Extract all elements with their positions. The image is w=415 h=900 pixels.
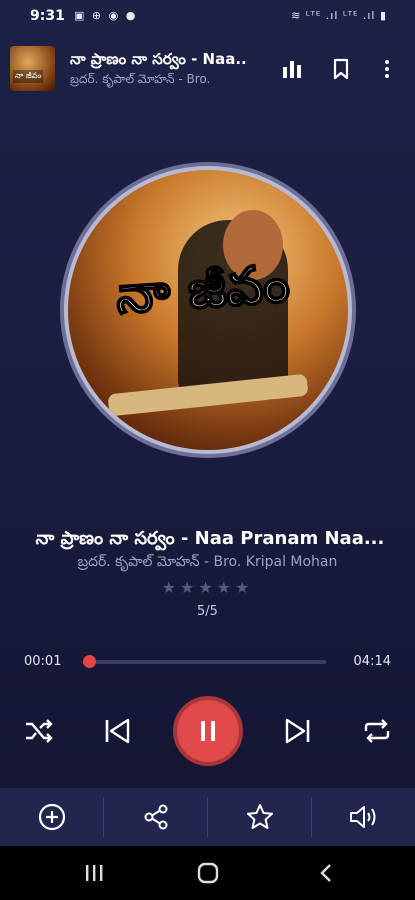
song-title: నా ప్రాణం నా సర్వం - Naa Pranam Naa... [35, 528, 385, 549]
now-playing-header: నా జీవం నా ప్రాణం నా సర్వం - Naa.. బ్రదర… [0, 40, 415, 96]
album-thumbnail[interactable]: నా జీవం [10, 46, 55, 91]
volume-icon [349, 806, 375, 828]
shuffle-icon [26, 719, 53, 743]
home-button[interactable] [188, 858, 228, 888]
bottom-action-bar [0, 788, 415, 846]
track-position: 5/5 [197, 604, 218, 619]
header-song-title: నా ప్రాణం నా సర్వం - Naa.. [70, 50, 247, 68]
album-art: నా జీవం [68, 170, 348, 450]
signal-battery-icons: ≋ ᴸᵀᴱ .ıl ᴸᵀᴱ .ıl ▮ [291, 9, 387, 22]
recent-apps-button[interactable] [74, 858, 114, 888]
seek-bar[interactable] [82, 655, 326, 668]
favorite-button[interactable] [208, 788, 311, 846]
total-time: 04:14 [353, 654, 391, 669]
more-options-button[interactable] [374, 56, 400, 82]
star-icon [246, 804, 273, 829]
share-button[interactable] [104, 788, 207, 846]
back-button[interactable] [306, 858, 346, 888]
next-button[interactable] [281, 714, 315, 748]
back-icon [320, 864, 331, 882]
bookmark-icon [333, 58, 349, 80]
elapsed-time: 00:01 [24, 654, 62, 669]
repeat-icon [364, 719, 390, 743]
skip-next-icon [285, 718, 310, 744]
pause-button[interactable] [177, 700, 239, 762]
album-art-text: నా జీవం [113, 253, 292, 327]
system-navigation-bar [0, 846, 415, 900]
seek-bar-thumb[interactable] [82, 655, 96, 668]
shuffle-button[interactable] [22, 714, 56, 748]
status-bar: 9:31 ▣ ⊕ ◉ ● ≋ ᴸᵀᴱ .ıl ᴸᵀᴱ .ıl ▮ [0, 0, 415, 34]
add-circle-icon [38, 803, 65, 831]
notification-icons: ▣ ⊕ ◉ ● [74, 9, 138, 22]
header-song-artist: బ్రదర్. కృపాల్ మోహన్ - Bro. [70, 72, 211, 86]
skip-previous-icon [105, 718, 130, 744]
more-vertical-icon [385, 60, 389, 78]
album-art-frame: నా జీవం [64, 166, 352, 454]
bookmark-button[interactable] [328, 56, 354, 82]
share-icon [144, 804, 167, 830]
album-thumbnail-text: నా జీవం [13, 70, 44, 83]
recent-apps-icon [86, 865, 103, 881]
previous-button[interactable] [100, 714, 134, 748]
equalizer-icon [283, 61, 301, 78]
home-icon [197, 862, 219, 884]
pause-icon [201, 721, 215, 741]
song-artist: బ్రదర్. కృపాల్ మోహన్ - Bro. Kripal Mohan [77, 554, 338, 570]
status-time: 9:31 [30, 8, 65, 24]
repeat-button[interactable] [360, 714, 394, 748]
rating-stars[interactable]: ★★★★★ [0, 578, 415, 597]
add-to-playlist-button[interactable] [0, 788, 103, 846]
equalizer-button[interactable] [279, 56, 305, 82]
volume-button[interactable] [312, 788, 415, 846]
